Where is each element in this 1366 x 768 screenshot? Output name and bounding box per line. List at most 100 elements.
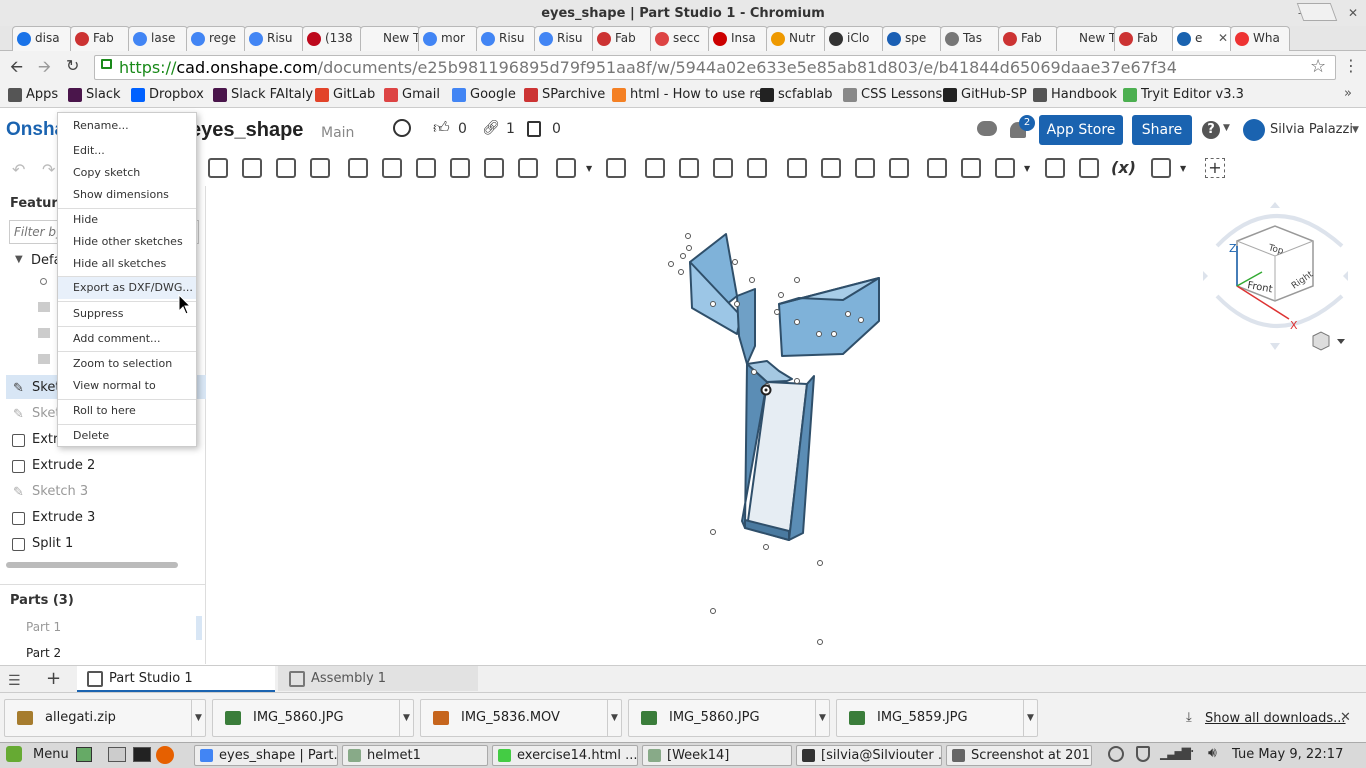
- tab-part-studio-1[interactable]: Part Studio 1: [75, 667, 193, 691]
- toolbar-feature-icon[interactable]: [382, 158, 402, 178]
- browser-tab[interactable]: Tas: [940, 26, 1000, 51]
- volume-icon[interactable]: 🔊︎: [1208, 745, 1217, 761]
- chevron-down-icon[interactable]: ▼: [1223, 123, 1230, 133]
- network-signal-icon[interactable]: ▁▃▅▇: [1160, 746, 1191, 760]
- taskbar-window-button[interactable]: exercise14.html ...: [492, 745, 638, 766]
- toolbar-feature-icon[interactable]: [1045, 158, 1065, 178]
- taskbar-window-button[interactable]: [Week14]: [642, 745, 792, 766]
- bookmark-item[interactable]: SParchive: [524, 87, 605, 102]
- copy-icon[interactable]: [527, 121, 541, 137]
- download-item[interactable]: allegati.zip ▼: [4, 699, 206, 737]
- like-icon[interactable]: 👍︎: [433, 118, 450, 138]
- toolbar-feature-icon[interactable]: [484, 158, 504, 178]
- share-button[interactable]: Share: [1132, 115, 1192, 145]
- bookmarks-overflow-icon[interactable]: »: [1344, 86, 1352, 101]
- bookmark-star-icon[interactable]: ☆: [1310, 56, 1326, 77]
- new-tab-button[interactable]: [1296, 3, 1338, 21]
- show-all-downloads-link[interactable]: Show all downloads...: [1205, 711, 1346, 726]
- avatar[interactable]: [1243, 119, 1265, 141]
- document-name[interactable]: eyes_shape: [190, 119, 303, 142]
- taskbar-window-button[interactable]: Screenshot at 201...: [946, 745, 1092, 766]
- context-menu-item[interactable]: Roll to here: [73, 404, 136, 417]
- browser-tab[interactable]: Nutr: [766, 26, 826, 51]
- bookmark-item[interactable]: scfablab: [760, 87, 833, 102]
- add-tab-icon[interactable]: +: [46, 668, 61, 689]
- bookmark-item[interactable]: Dropbox: [131, 87, 204, 102]
- context-menu-item[interactable]: Hide other sketches: [73, 235, 183, 248]
- context-menu-item[interactable]: Rename...: [73, 119, 129, 132]
- system-clock[interactable]: Tue May 9, 22:17: [1232, 747, 1343, 762]
- toolbar-feature-icon[interactable]: [276, 158, 296, 178]
- toolbar-feature-icon[interactable]: [855, 158, 875, 178]
- context-menu-item[interactable]: Show dimensions: [73, 188, 169, 201]
- bookmark-item[interactable]: Handbook: [1033, 87, 1117, 102]
- tab-list-icon[interactable]: ☰: [8, 673, 21, 689]
- branch-name[interactable]: Main: [321, 125, 354, 141]
- browser-tab[interactable]: (138: [302, 26, 362, 51]
- toolbar-feature-icon[interactable]: [995, 158, 1015, 178]
- toolbar-feature-icon[interactable]: [1079, 158, 1099, 178]
- taskbar-window-button[interactable]: eyes_shape | Part...: [194, 745, 338, 766]
- model-render[interactable]: Top Front Right X Z: [207, 186, 1366, 664]
- toolbar-feature-icon[interactable]: [416, 158, 436, 178]
- context-menu-item[interactable]: Edit...: [73, 144, 105, 157]
- part-list-item[interactable]: Part 2: [26, 646, 61, 660]
- toolbar-feature-icon[interactable]: [310, 158, 330, 178]
- user-menu-chevron-icon[interactable]: ▼: [1352, 125, 1359, 135]
- browser-tab[interactable]: rege: [186, 26, 246, 51]
- help-icon[interactable]: ?: [1202, 121, 1220, 139]
- add-custom-feature-icon[interactable]: +: [1205, 158, 1225, 178]
- browser-tab[interactable]: Risu: [244, 26, 304, 51]
- context-menu-item[interactable]: Add comment...: [73, 332, 161, 345]
- download-menu-chevron-icon[interactable]: ▼: [815, 700, 829, 736]
- download-menu-chevron-icon[interactable]: ▼: [607, 700, 621, 736]
- link-icon[interactable]: 🔗︎: [482, 120, 500, 136]
- feature-list-item[interactable]: Extrude 3: [32, 510, 95, 525]
- bookmark-item[interactable]: GitHub-SP: [943, 87, 1027, 102]
- shield-icon[interactable]: [1136, 746, 1150, 762]
- bookmark-item[interactable]: GitLab: [315, 87, 375, 102]
- collapse-chevron-icon[interactable]: ▼: [15, 254, 23, 265]
- toolbar-feature-icon[interactable]: [889, 158, 909, 178]
- taskbar-window-button[interactable]: [silvia@Silviouter ...: [796, 745, 942, 766]
- context-menu-item[interactable]: Zoom to selection: [73, 357, 172, 370]
- browser-tab[interactable]: iClo: [824, 26, 884, 51]
- toolbar-feature-icon[interactable]: [821, 158, 841, 178]
- browser-tab[interactable]: disa: [12, 26, 72, 51]
- browser-tab[interactable]: mor: [418, 26, 478, 51]
- comment-icon[interactable]: [977, 121, 997, 136]
- globe-icon[interactable]: [393, 119, 411, 137]
- app-store-button[interactable]: App Store: [1039, 115, 1123, 145]
- context-menu-item[interactable]: Hide: [73, 213, 98, 226]
- toolbar-feature-icon[interactable]: [208, 158, 228, 178]
- download-menu-chevron-icon[interactable]: ▼: [191, 700, 205, 736]
- terminal-icon[interactable]: [133, 747, 151, 762]
- taskbar-window-button[interactable]: helmet1: [342, 745, 488, 766]
- context-menu-item[interactable]: Suppress: [73, 307, 123, 320]
- toolbar-feature-icon[interactable]: [348, 158, 368, 178]
- file-manager-icon[interactable]: [108, 747, 126, 762]
- 3d-viewport[interactable]: Top Front Right X Z: [207, 186, 1366, 664]
- toolbar-feature-icon[interactable]: [450, 158, 470, 178]
- download-item[interactable]: IMG_5860.JPG ▼: [212, 699, 414, 737]
- toolbar-feature-icon[interactable]: [518, 158, 538, 178]
- browser-tab[interactable]: Fab: [592, 26, 652, 51]
- toolbar-dropdown-icon[interactable]: ▼: [1180, 164, 1186, 173]
- reload-icon[interactable]: ↻: [66, 56, 79, 75]
- bookmark-item[interactable]: Gmail: [384, 87, 440, 102]
- close-icon[interactable]: ✕: [1348, 5, 1358, 21]
- toolbar-feature-icon[interactable]: [961, 158, 981, 178]
- toolbar-feature-icon[interactable]: [556, 158, 576, 178]
- horizontal-scrollbar[interactable]: [6, 562, 178, 568]
- show-desktop-icon[interactable]: [76, 747, 92, 762]
- start-menu-button[interactable]: Menu: [33, 747, 69, 762]
- close-tab-icon[interactable]: ✕: [1218, 27, 1228, 50]
- bookmark-item[interactable]: Slack: [68, 87, 121, 102]
- toolbar-feature-icon[interactable]: [606, 158, 626, 178]
- toolbar-dropdown-icon[interactable]: ▼: [1024, 164, 1030, 173]
- context-menu-item[interactable]: Delete: [73, 429, 109, 442]
- browser-tab[interactable]: lase: [128, 26, 188, 51]
- settings-gear-icon[interactable]: [1108, 746, 1124, 762]
- feature-list-item[interactable]: Extrude 2: [32, 458, 95, 473]
- bookmark-item[interactable]: Slack FAItaly: [213, 87, 313, 102]
